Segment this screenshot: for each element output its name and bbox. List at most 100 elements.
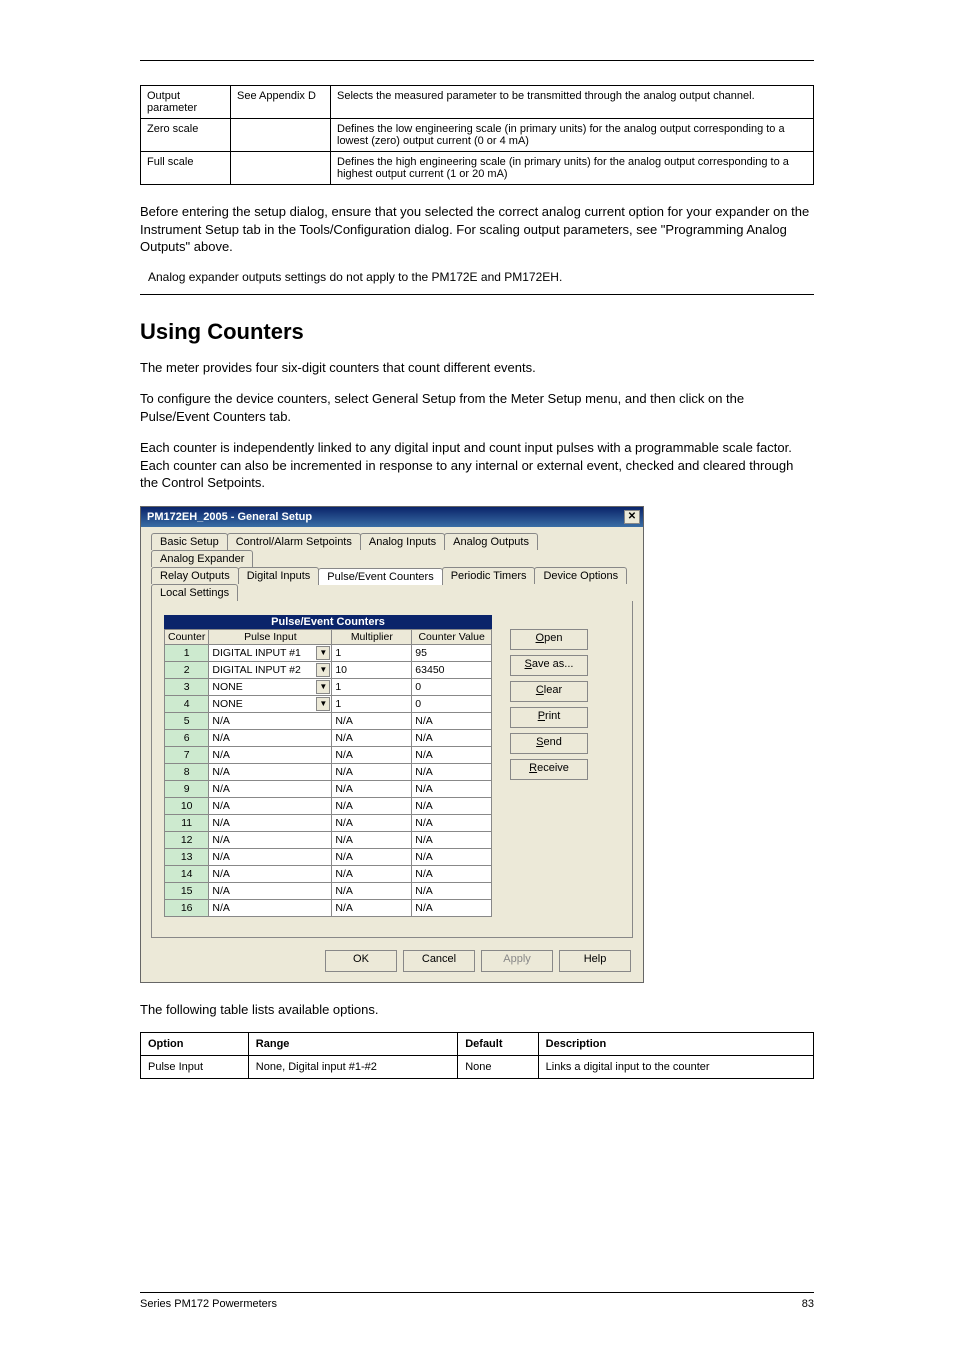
tab-local-settings[interactable]: Local Settings xyxy=(151,584,238,601)
multiplier-cell: N/A xyxy=(332,712,412,729)
table-row: 10N/AN/AN/A xyxy=(165,797,492,814)
tab-analog-outputs[interactable]: Analog Outputs xyxy=(444,533,538,550)
multiplier-cell: N/A xyxy=(332,831,412,848)
tab-relay-outputs[interactable]: Relay Outputs xyxy=(151,567,239,584)
multiplier-cell[interactable]: 1 xyxy=(332,644,412,661)
help-button[interactable]: Help xyxy=(559,950,631,972)
pulse-input-cell: N/A xyxy=(209,831,332,848)
section-heading: Using Counters xyxy=(140,319,814,345)
grid-header: Counter Value xyxy=(412,629,492,644)
multiplier-cell: N/A xyxy=(332,729,412,746)
tab-analog-inputs[interactable]: Analog Inputs xyxy=(360,533,445,550)
pulse-input-cell[interactable]: NONE▼ xyxy=(209,695,332,712)
print-button[interactable]: Print xyxy=(510,707,588,728)
pulse-input-cell: N/A xyxy=(209,746,332,763)
table-row: 1DIGITAL INPUT #1▼195 xyxy=(165,644,492,661)
counter-value-cell: 0 xyxy=(412,695,492,712)
param-name: Output parameter xyxy=(141,86,231,119)
param-options: See Appendix D xyxy=(231,86,331,119)
close-icon[interactable]: ✕ xyxy=(624,510,640,524)
grid-header: Multiplier xyxy=(332,629,412,644)
multiplier-cell[interactable]: 10 xyxy=(332,661,412,678)
table-row: 16N/AN/AN/A xyxy=(165,899,492,916)
counter-number: 1 xyxy=(165,644,209,661)
table-row: 11N/AN/AN/A xyxy=(165,814,492,831)
param-table: Output parameterSee Appendix DSelects th… xyxy=(140,85,814,185)
pulse-input-cell: N/A xyxy=(209,712,332,729)
tab-digital-inputs[interactable]: Digital Inputs xyxy=(238,567,320,584)
top-rule xyxy=(140,60,814,61)
options-header: Option xyxy=(141,1033,249,1056)
chevron-down-icon[interactable]: ▼ xyxy=(316,646,330,660)
table-row: 12N/AN/AN/A xyxy=(165,831,492,848)
param-desc: Selects the measured parameter to be tra… xyxy=(331,86,814,119)
grid-title: Pulse/Event Counters xyxy=(164,615,492,629)
tab-basic-setup[interactable]: Basic Setup xyxy=(151,533,228,550)
body-paragraph-2: The meter provides four six-digit counte… xyxy=(140,359,814,377)
dialog-titlebar: PM172EH_2005 - General Setup ✕ xyxy=(141,507,643,527)
apply-button[interactable]: Apply xyxy=(481,950,553,972)
counter-value-cell: N/A xyxy=(412,780,492,797)
table-row: 7N/AN/AN/A xyxy=(165,746,492,763)
tab-device-options[interactable]: Device Options xyxy=(534,567,627,584)
tab-pulse-event-counters[interactable]: Pulse/Event Counters xyxy=(318,568,442,585)
open-button[interactable]: Open xyxy=(510,629,588,650)
table-row: 9N/AN/AN/A xyxy=(165,780,492,797)
grid-header: Counter xyxy=(165,629,209,644)
counter-value-cell: N/A xyxy=(412,814,492,831)
table-row: 8N/AN/AN/A xyxy=(165,763,492,780)
counter-number: 9 xyxy=(165,780,209,797)
clear-button[interactable]: Clear xyxy=(510,681,588,702)
table-row: 5N/AN/AN/A xyxy=(165,712,492,729)
mid-rule xyxy=(140,294,814,295)
table-row: 3NONE▼10 xyxy=(165,678,492,695)
pulse-input-cell: N/A xyxy=(209,729,332,746)
send-button[interactable]: Send xyxy=(510,733,588,754)
tab-control-alarm-setpoints[interactable]: Control/Alarm Setpoints xyxy=(227,533,361,550)
page-footer: Series PM172 Powermeters 83 xyxy=(140,1298,814,1310)
pulse-input-cell: N/A xyxy=(209,848,332,865)
pulse-input-cell: N/A xyxy=(209,865,332,882)
body-paragraph-3: To configure the device counters, select… xyxy=(140,390,814,425)
param-name: Full scale xyxy=(141,152,231,185)
param-desc: Defines the high engineering scale (in p… xyxy=(331,152,814,185)
cancel-button[interactable]: Cancel xyxy=(403,950,475,972)
pulse-input-cell[interactable]: NONE▼ xyxy=(209,678,332,695)
counter-number: 12 xyxy=(165,831,209,848)
tab-analog-expander[interactable]: Analog Expander xyxy=(151,550,253,567)
chevron-down-icon[interactable]: ▼ xyxy=(316,663,330,677)
table-row: 15N/AN/AN/A xyxy=(165,882,492,899)
body-paragraph-4: Each counter is independently linked to … xyxy=(140,439,814,492)
table-row: 6N/AN/AN/A xyxy=(165,729,492,746)
table-row: 13N/AN/AN/A xyxy=(165,848,492,865)
multiplier-cell: N/A xyxy=(332,780,412,797)
counter-number: 14 xyxy=(165,865,209,882)
receive-button[interactable]: Receive xyxy=(510,759,588,780)
pulse-input-cell[interactable]: DIGITAL INPUT #2▼ xyxy=(209,661,332,678)
multiplier-cell: N/A xyxy=(332,814,412,831)
counter-value-cell: N/A xyxy=(412,848,492,865)
save-as-button[interactable]: Save as... xyxy=(510,655,588,676)
pulse-input-cell: N/A xyxy=(209,763,332,780)
counter-number: 8 xyxy=(165,763,209,780)
table-row: Pulse InputNone, Digital input #1-#2None… xyxy=(141,1056,814,1079)
ok-button[interactable]: OK xyxy=(325,950,397,972)
counter-value-cell: N/A xyxy=(412,865,492,882)
footer-left: Series PM172 Powermeters xyxy=(140,1298,277,1310)
chevron-down-icon[interactable]: ▼ xyxy=(316,697,330,711)
table-row: 14N/AN/AN/A xyxy=(165,865,492,882)
multiplier-cell[interactable]: 1 xyxy=(332,695,412,712)
pulse-input-cell: N/A xyxy=(209,899,332,916)
counter-number: 11 xyxy=(165,814,209,831)
pulse-input-cell[interactable]: DIGITAL INPUT #1▼ xyxy=(209,644,332,661)
multiplier-cell[interactable]: 1 xyxy=(332,678,412,695)
chevron-down-icon[interactable]: ▼ xyxy=(316,680,330,694)
counter-number: 15 xyxy=(165,882,209,899)
multiplier-cell: N/A xyxy=(332,746,412,763)
counter-number: 7 xyxy=(165,746,209,763)
options-header: Description xyxy=(538,1033,813,1056)
param-desc: Defines the low engineering scale (in pr… xyxy=(331,119,814,152)
param-options xyxy=(231,152,331,185)
tab-periodic-timers[interactable]: Periodic Timers xyxy=(442,567,536,584)
counter-value-cell: N/A xyxy=(412,746,492,763)
